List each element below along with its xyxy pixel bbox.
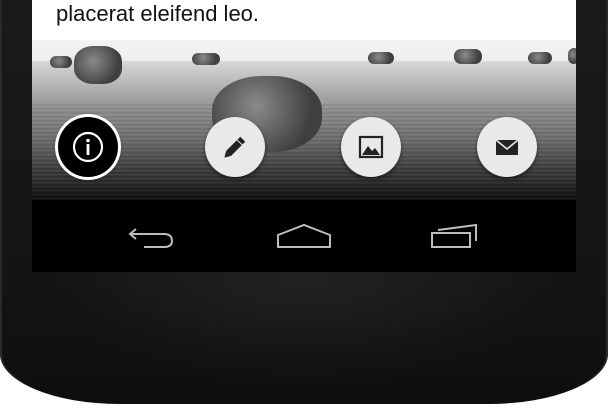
home-button[interactable] [274,220,334,252]
body-text: placerat eleifend leo. [56,1,260,26]
hay-bale [368,52,394,64]
edit-button[interactable] [205,117,265,177]
home-icon [277,223,331,248]
recents-button[interactable] [426,220,486,252]
info-icon [72,131,104,163]
recent-apps-icon [431,223,477,248]
hay-bale [528,52,552,64]
phone-device: placerat eleifend leo. [0,0,608,404]
navigation-bar [32,200,576,272]
content-text-area: placerat eleifend leo. [32,0,576,40]
back-button[interactable] [122,220,182,252]
image-icon [358,135,384,159]
envelope-icon [495,139,519,155]
hay-bale [192,53,220,65]
hay-bale [50,56,72,68]
hay-bale [74,46,122,84]
phone-screen: placerat eleifend leo. [32,0,576,272]
hay-bale [454,49,482,64]
hay-bale [568,48,576,64]
phone-chin [0,264,608,404]
info-button[interactable] [58,117,118,177]
back-icon [128,228,174,248]
email-button[interactable] [477,117,537,177]
image-button[interactable] [341,117,401,177]
pencil-icon [224,136,246,158]
